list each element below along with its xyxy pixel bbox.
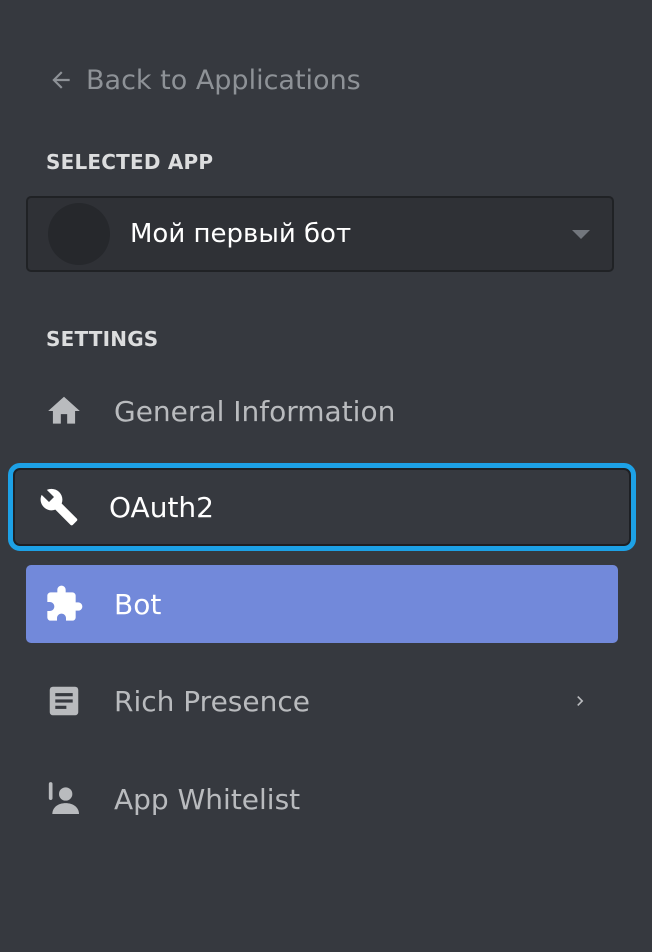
back-link-label: Back to Applications (86, 64, 361, 96)
sidebar-item-app-whitelist[interactable]: App Whitelist (26, 760, 618, 838)
selected-app-name: Мой первый бот (130, 219, 352, 249)
sidebar-item-bot[interactable]: Bot (26, 565, 618, 643)
app-avatar (48, 203, 110, 265)
puzzle-icon (44, 584, 84, 624)
sidebar-item-label: Rich Presence (114, 684, 310, 718)
sidebar-item-label: OAuth2 (109, 490, 214, 524)
sidebar-item-label: Bot (114, 587, 162, 621)
sidebar-item-oauth2[interactable]: OAuth2 (8, 463, 636, 551)
document-icon (44, 681, 84, 721)
sidebar-item-general-information[interactable]: General Information (26, 372, 618, 450)
app-selector-dropdown[interactable]: Мой первый бот (26, 196, 614, 272)
user-contact-icon (44, 779, 84, 819)
sidebar-item-label: General Information (114, 394, 396, 428)
wrench-icon (39, 487, 79, 527)
arrow-left-icon (52, 71, 70, 89)
settings-header: SETTINGS (46, 327, 159, 351)
chevron-right-icon (577, 696, 584, 706)
sidebar-item-rich-presence[interactable]: Rich Presence (26, 662, 618, 740)
back-to-applications-link[interactable]: Back to Applications (48, 58, 361, 102)
home-icon (44, 391, 84, 431)
chevron-down-icon (572, 229, 590, 239)
sidebar-item-label: App Whitelist (114, 782, 301, 816)
selected-app-header: SELECTED APP (46, 150, 214, 174)
